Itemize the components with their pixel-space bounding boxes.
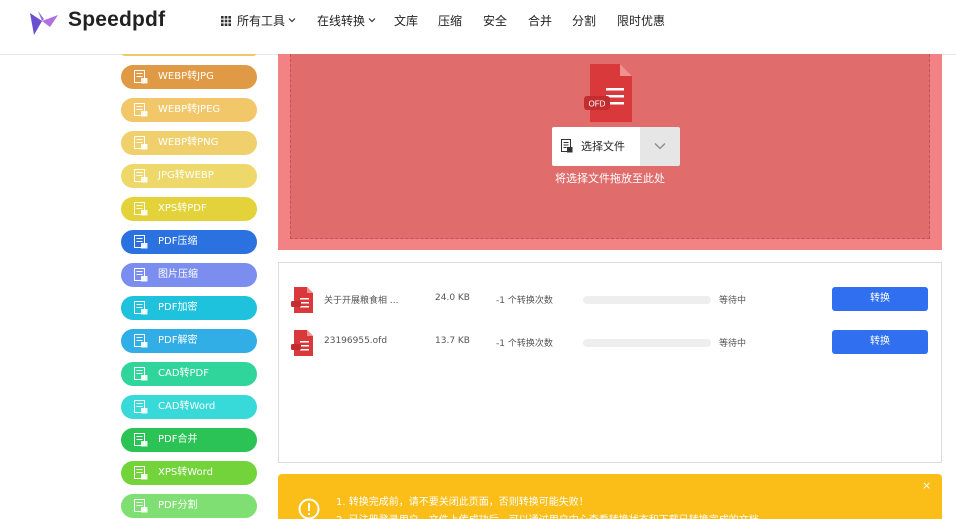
notice-line-1: 1. 转换完成前，请不要关闭此页面，否则转换可能失败！ — [336, 497, 589, 508]
sidebar-item-partial[interactable] — [121, 54, 257, 56]
progress-bar — [583, 296, 711, 304]
sidebar-item-label: PDF合并 — [158, 434, 198, 445]
nav-limited-offer[interactable]: 限时优惠 — [617, 13, 665, 29]
image-icon — [134, 136, 148, 150]
sidebar-item[interactable]: PDF分割 — [121, 494, 257, 518]
document-icon — [134, 367, 148, 381]
document-icon — [134, 466, 148, 480]
grid-icon — [221, 16, 231, 26]
progress-bar — [583, 339, 711, 347]
warning-circle-icon — [298, 498, 320, 519]
file-row: 23196955.ofd 13.7 KB -1 个转换次数 等待中 转换 — [279, 328, 941, 358]
document-icon — [134, 202, 148, 216]
file-row: 关于开展粮食相 ... 24.0 KB -1 个转换次数 等待中 转换 — [279, 285, 941, 315]
ofd-file-icon: OFD — [584, 64, 632, 122]
sidebar-item[interactable]: PDF压缩 — [121, 230, 257, 254]
choose-file-control[interactable]: 选择文件 — [552, 127, 680, 166]
notice-banner: 1. 转换完成前，请不要关闭此页面，否则转换可能失败！ 2. 已注册登录用户，文… — [278, 474, 942, 519]
sidebar-item-label: CAD转PDF — [158, 368, 210, 379]
lock-icon — [134, 301, 148, 315]
sidebar-item-label: WEBP转PNG — [158, 137, 219, 148]
sidebar-item-label: XPS转Word — [158, 467, 213, 478]
compress-icon — [134, 268, 148, 282]
sidebar-item[interactable]: WEBP转JPG — [121, 65, 257, 89]
image-icon — [134, 169, 148, 183]
nav-online-convert[interactable]: 在线转换 — [317, 13, 376, 29]
sidebar-item-label: JPG转WEBP — [158, 170, 214, 181]
file-status: 等待中 — [719, 339, 747, 349]
sidebar-item-label: PDF分割 — [158, 500, 198, 511]
file-name: 23196955.ofd — [324, 336, 388, 346]
sidebar-item[interactable]: 图片压缩 — [121, 263, 257, 287]
convert-count: -1 个转换次数 — [496, 296, 553, 306]
nav-all-tools[interactable]: 所有工具 — [221, 13, 296, 29]
sidebar-item-label: WEBP转JPG — [158, 71, 214, 82]
sidebar-item[interactable]: PDF合并 — [121, 428, 257, 452]
nav-security[interactable]: 安全 — [483, 13, 507, 29]
sidebar-item-label: XPS转PDF — [158, 203, 207, 214]
image-icon — [134, 103, 148, 117]
file-size: 13.7 KB — [435, 336, 470, 346]
chevron-down-icon — [288, 18, 296, 23]
sidebar-item-label: 图片压缩 — [158, 269, 198, 280]
sidebar-item-label: PDF压缩 — [158, 236, 198, 247]
split-icon — [134, 499, 148, 513]
ofd-label: OFD — [589, 100, 606, 109]
sidebar-item[interactable]: XPS转Word — [121, 461, 257, 485]
sidebar-item[interactable]: JPG转WEBP — [121, 164, 257, 188]
sidebar-item[interactable]: PDF解密 — [121, 329, 257, 353]
brand-name[interactable]: Speedpdf — [68, 8, 165, 32]
speedpdf-logo-icon[interactable] — [24, 5, 60, 39]
drop-hint-text: 将选择文件拖放至此处 — [555, 172, 665, 185]
merge-icon — [134, 433, 148, 447]
sidebar-item[interactable]: XPS转PDF — [121, 197, 257, 221]
convert-button[interactable]: 转换 — [832, 330, 928, 354]
sidebar-item-label: CAD转Word — [158, 401, 216, 412]
nav-merge[interactable]: 合并 — [528, 13, 552, 29]
sidebar-item-label: PDF加密 — [158, 302, 198, 313]
sidebar-item[interactable]: CAD转Word — [121, 395, 257, 419]
notice-line-2: 2. 已注册登录用户，文件上传成功后，可以通过用户中心查看转换状态和下载已转换完… — [336, 511, 759, 519]
image-icon — [134, 70, 148, 84]
file-icon — [561, 139, 573, 153]
sidebar-item[interactable]: WEBP转JPEG — [121, 98, 257, 122]
file-size: 24.0 KB — [435, 293, 470, 303]
document-icon — [134, 400, 148, 414]
file-name: 关于开展粮食相 ... — [324, 296, 399, 306]
choose-file-button[interactable]: 选择文件 — [552, 127, 640, 166]
chevron-down-icon — [368, 18, 376, 23]
choose-source-dropdown[interactable] — [640, 127, 680, 166]
top-header: Speedpdf 所有工具 在线转换 文库 压缩 安全 合并 分割 限时优惠 — [0, 0, 956, 55]
choose-file-label: 选择文件 — [581, 140, 625, 153]
convert-count: -1 个转换次数 — [496, 339, 553, 349]
file-list: 关于开展粮食相 ... 24.0 KB -1 个转换次数 等待中 转换 2319… — [278, 262, 942, 463]
sidebar-item[interactable]: PDF加密 — [121, 296, 257, 320]
file-status: 等待中 — [719, 296, 747, 306]
nav-label: 所有工具 — [237, 14, 286, 28]
nav-compress[interactable]: 压缩 — [438, 13, 462, 29]
sidebar-item[interactable]: CAD转PDF — [121, 362, 257, 386]
ofd-file-icon — [291, 287, 313, 313]
convert-button[interactable]: 转换 — [832, 287, 928, 311]
nav-label: 在线转换 — [317, 14, 366, 28]
compress-icon — [134, 235, 148, 249]
unlock-icon — [134, 334, 148, 348]
close-icon[interactable]: × — [922, 479, 931, 492]
sidebar-item[interactable]: WEBP转PNG — [121, 131, 257, 155]
sidebar-item-label: PDF解密 — [158, 335, 198, 346]
chevron-down-icon — [654, 143, 666, 150]
nav-split[interactable]: 分割 — [572, 13, 596, 29]
tools-sidebar: WEBP转JPG WEBP转JPEG WEBP转PNG JPG转WEBP XPS转PDF… — [121, 54, 257, 519]
nav-library[interactable]: 文库 — [394, 13, 418, 29]
sidebar-item-label: WEBP转JPEG — [158, 104, 221, 115]
ofd-file-icon — [291, 330, 313, 356]
